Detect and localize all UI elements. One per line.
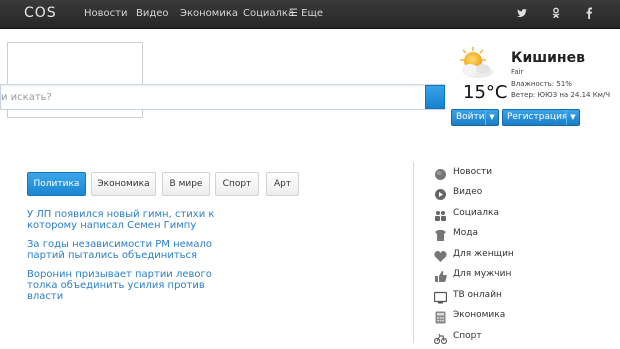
tab-sport[interactable]: Спорт	[215, 172, 259, 196]
tab-world[interactable]: В мире	[162, 172, 210, 196]
news-link-2[interactable]: За годы независимости РМ немало партий п…	[27, 239, 227, 261]
news-link-1[interactable]: У ЛП появился новый гимн, стихи к которо…	[27, 209, 227, 231]
globe-icon	[434, 166, 447, 180]
facebook-icon[interactable]	[582, 7, 596, 21]
sidebar-divider	[413, 162, 414, 343]
people-icon	[434, 207, 447, 221]
weather-temperature: 15°C	[463, 82, 508, 103]
twitter-icon[interactable]	[515, 7, 529, 21]
chevron-down-icon: ▼	[485, 110, 498, 125]
site-logo[interactable]: COS	[24, 5, 57, 21]
nav-video[interactable]: Видео	[136, 8, 169, 19]
tab-politics[interactable]: Политика	[27, 172, 86, 196]
weather-sun-icon	[456, 46, 496, 82]
weather-condition: Fair	[511, 68, 524, 76]
shirt-icon	[434, 227, 447, 241]
tv-icon	[433, 289, 448, 304]
nav-economy[interactable]: Экономика	[180, 8, 238, 19]
nav-news[interactable]: Новости	[84, 8, 127, 19]
thumbs-up-icon	[434, 268, 447, 282]
top-navigation-bar: COS Новости Видео Экономика Социалка ☰ Е…	[0, 0, 620, 29]
video-icon	[434, 186, 447, 200]
weather-humidity: Влажность: 51%	[511, 80, 572, 88]
search-input[interactable]	[1, 85, 425, 109]
weather-wind: Ветер: ЮЮЗ на 24.14 Км/Ч	[511, 91, 611, 99]
register-label: Регистрация	[507, 112, 568, 122]
calculator-icon	[434, 309, 447, 324]
login-button[interactable]: Войти ▼	[451, 109, 499, 126]
nav-more[interactable]: ☰ Еще	[289, 8, 323, 19]
search-button[interactable]	[425, 85, 445, 109]
nav-social[interactable]: Социалка	[243, 8, 294, 19]
odnoklassniki-icon[interactable]	[549, 7, 563, 21]
tab-art[interactable]: Арт	[266, 172, 299, 196]
heart-icon	[434, 248, 447, 262]
bicycle-icon	[433, 330, 448, 345]
chevron-down-icon: ▼	[566, 110, 579, 125]
news-link-3[interactable]: Воронин призывает партии левого толка об…	[27, 269, 227, 302]
register-button[interactable]: Регистрация ▼	[502, 109, 580, 126]
tab-economy[interactable]: Экономика	[91, 172, 156, 196]
weather-city: Кишинев	[511, 50, 585, 66]
login-label: Войти	[456, 112, 485, 122]
search-box	[0, 84, 446, 110]
